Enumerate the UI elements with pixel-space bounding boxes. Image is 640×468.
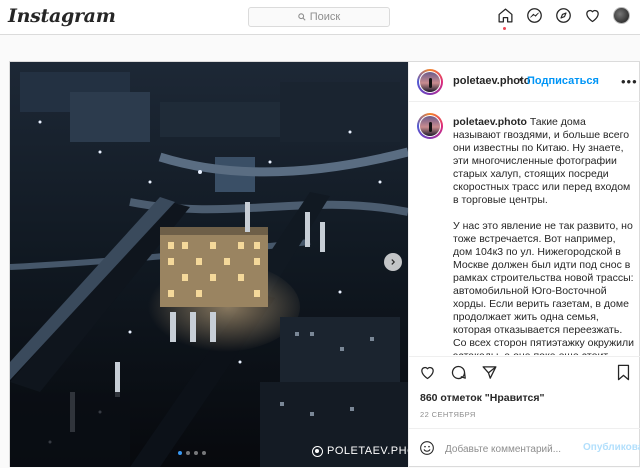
heart-icon[interactable] — [583, 6, 601, 24]
like-heart-icon[interactable] — [419, 364, 436, 381]
post-actions: 860 отметок "Нравится" 22 СЕНТЯБРЯ Опубл… — [409, 356, 640, 467]
photo-watermark: POLETAEV.PHOTO — [312, 445, 408, 457]
watermark-text: POLETAEV.PHOTO — [327, 445, 408, 457]
instagram-logo[interactable]: Instagram — [8, 5, 116, 27]
bookmark-icon[interactable] — [616, 364, 631, 381]
home-icon[interactable] — [496, 6, 514, 30]
separator-dot: • — [519, 74, 523, 86]
watermark-logo-icon — [312, 445, 323, 457]
avatar — [612, 6, 630, 24]
explore-icon[interactable] — [554, 6, 572, 24]
more-options-icon[interactable]: ••• — [621, 74, 638, 89]
search-icon — [298, 13, 306, 21]
carousel-dot — [194, 451, 198, 455]
caption-avatar[interactable] — [417, 113, 443, 139]
search-placeholder: Поиск — [309, 11, 341, 23]
comment-input[interactable] — [445, 441, 575, 457]
top-nav: Instagram Поиск — [0, 0, 640, 35]
messenger-icon[interactable] — [525, 6, 543, 24]
caption-username[interactable]: poletaev.photo — [453, 116, 527, 128]
follow-button[interactable]: Подписаться — [527, 75, 599, 87]
emoji-icon[interactable] — [419, 440, 435, 456]
share-icon[interactable] — [481, 364, 498, 381]
search-box[interactable]: Поиск — [248, 7, 390, 27]
caption-paragraph-2: У нас это явление не так развито, но тож… — [453, 220, 635, 355]
post-header: poletaev.photo • Подписаться ••• — [409, 62, 640, 102]
comment-form: Опубликовать — [409, 428, 640, 468]
post-sidebar: poletaev.photo • Подписаться ••• poletae… — [408, 62, 640, 467]
carousel-dot — [186, 451, 190, 455]
caption-paragraph-1: Такие дома называют гвоздями, и больше в… — [453, 116, 631, 206]
comment-icon[interactable] — [450, 364, 467, 381]
post-card: POLETAEV.PHOTO poletaev.photo • Подписат… — [9, 61, 640, 467]
night-city-photo — [10, 62, 408, 467]
carousel-dots — [178, 451, 206, 455]
post-photo[interactable]: POLETAEV.PHOTO — [10, 62, 408, 467]
carousel-next-button[interactable] — [384, 253, 402, 271]
likes-count[interactable]: 860 отметок "Нравится" — [420, 392, 544, 404]
post-date[interactable]: 22 СЕНТЯБРЯ — [420, 410, 476, 419]
profile-avatar[interactable] — [612, 6, 630, 24]
publish-button[interactable]: Опубликовать — [583, 442, 640, 453]
chevron-right-icon — [391, 259, 396, 265]
home-active-dot — [503, 27, 506, 30]
caption-text: poletaev.photo Такие дома называют гвозд… — [453, 116, 635, 355]
author-avatar[interactable] — [417, 69, 443, 95]
post-caption: poletaev.photo Такие дома называют гвозд… — [409, 103, 640, 355]
carousel-dot — [178, 451, 182, 455]
carousel-dot — [202, 451, 206, 455]
